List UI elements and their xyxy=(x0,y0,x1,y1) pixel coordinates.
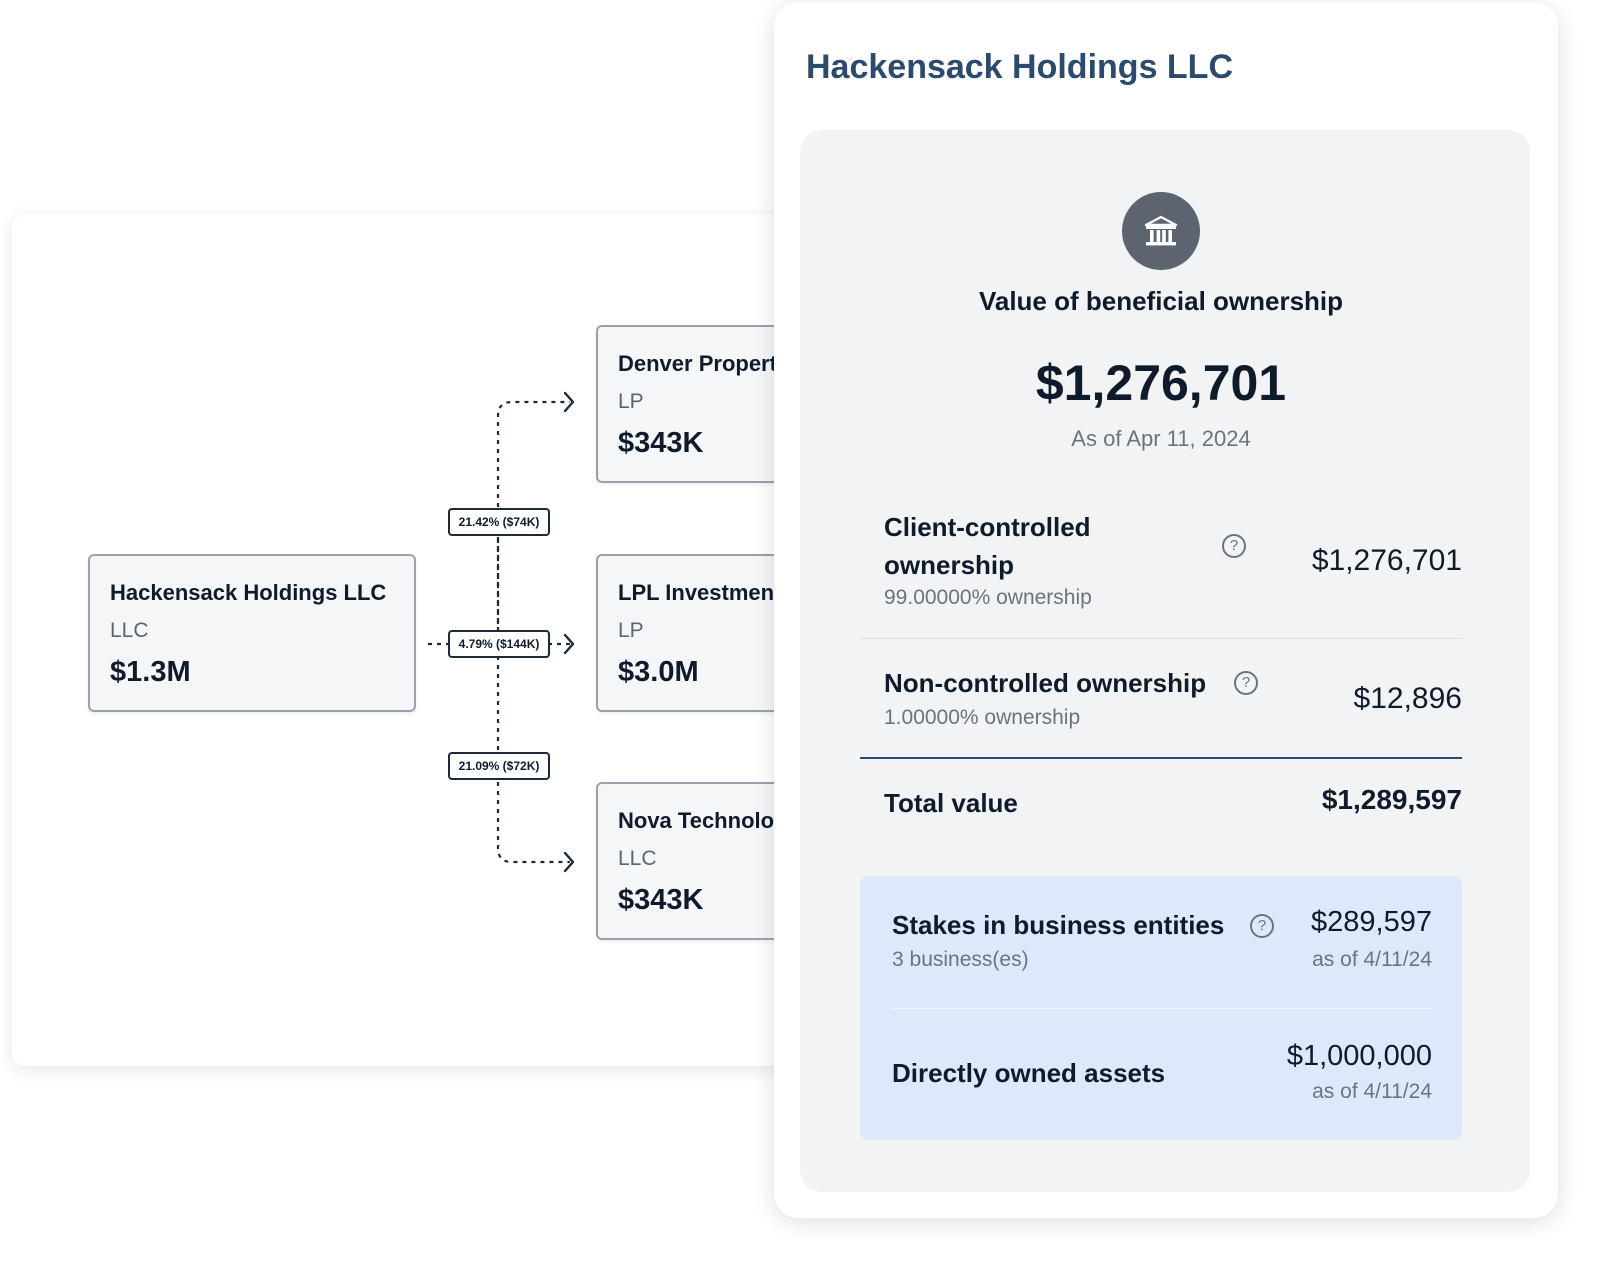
divider xyxy=(892,1008,1432,1009)
non-controlled-value: $12,896 xyxy=(1353,682,1462,715)
breakdown-box: Stakes in business entities ? 3 business… xyxy=(860,876,1462,1140)
non-controlled-label: Non-controlled ownership xyxy=(884,668,1207,698)
node-source-value: $1.3M xyxy=(110,656,191,688)
divider xyxy=(860,638,1462,639)
as-of-date: As of Apr 11, 2024 xyxy=(1071,426,1251,451)
node-type: LLC xyxy=(618,847,657,870)
direct-assets-label: Directly owned assets xyxy=(892,1058,1166,1088)
total-divider xyxy=(860,757,1462,759)
arrowhead-top xyxy=(563,391,575,413)
node-name: LPL Investments xyxy=(618,580,794,605)
direct-assets-date: as of 4/11/24 xyxy=(1312,1080,1432,1103)
total-value: $1,289,597 xyxy=(1321,784,1462,815)
total-value-label: Total value xyxy=(884,788,1018,818)
node-type: LP xyxy=(618,390,644,413)
node-source-type: LLC xyxy=(110,619,149,642)
stakes-label: Stakes in business entities xyxy=(892,910,1225,940)
beneficial-ownership-card: Value of beneficial ownership $1,276,701… xyxy=(800,130,1530,1192)
bank-icon xyxy=(1122,192,1200,270)
client-controlled-label: Client-controlled ownership xyxy=(884,508,1091,584)
client-controlled-label-line1: Client-controlled xyxy=(884,512,1091,542)
node-source[interactable]: Hackensack Holdings LLC LLC $1.3M xyxy=(88,554,416,712)
help-icon[interactable]: ? xyxy=(1234,671,1258,695)
panel-title: Hackensack Holdings LLC xyxy=(806,48,1234,86)
ownership-diagram-card: Hackensack Holdings LLC LLC $1.3M Denver… xyxy=(12,214,836,1066)
node-source-name: Hackensack Holdings LLC xyxy=(110,580,387,605)
beneficial-ownership-value: $1,276,701 xyxy=(1035,355,1287,411)
edge-label-nova: 21.09% ($72K) xyxy=(448,752,550,780)
entity-detail-panel: Hackensack Holdings LLC Value of benefic… xyxy=(774,2,1558,1218)
node-type: LP xyxy=(618,619,644,642)
non-controlled-percent: 1.00000% ownership xyxy=(884,706,1081,729)
client-controlled-label-line2: ownership xyxy=(884,550,1015,580)
stakes-date: as of 4/11/24 xyxy=(1312,948,1432,971)
stakes-count: 3 business(es) xyxy=(892,948,1029,971)
help-icon[interactable]: ? xyxy=(1250,914,1274,938)
stakes-value: $289,597 xyxy=(1311,906,1432,938)
node-value: $343K xyxy=(618,427,704,459)
client-controlled-value: $1,276,701 xyxy=(1311,544,1462,577)
edge-label-denver: 21.42% ($74K) xyxy=(448,508,550,536)
node-value: $3.0M xyxy=(618,656,699,688)
help-icon[interactable]: ? xyxy=(1222,534,1246,558)
node-value: $343K xyxy=(618,884,704,916)
edge-label-lpl: 4.79% ($144K) xyxy=(448,630,550,658)
client-controlled-percent: 99.00000% ownership xyxy=(884,586,1092,609)
section-title: Value of beneficial ownership xyxy=(978,286,1344,316)
direct-assets-value: $1,000,000 xyxy=(1286,1040,1432,1072)
